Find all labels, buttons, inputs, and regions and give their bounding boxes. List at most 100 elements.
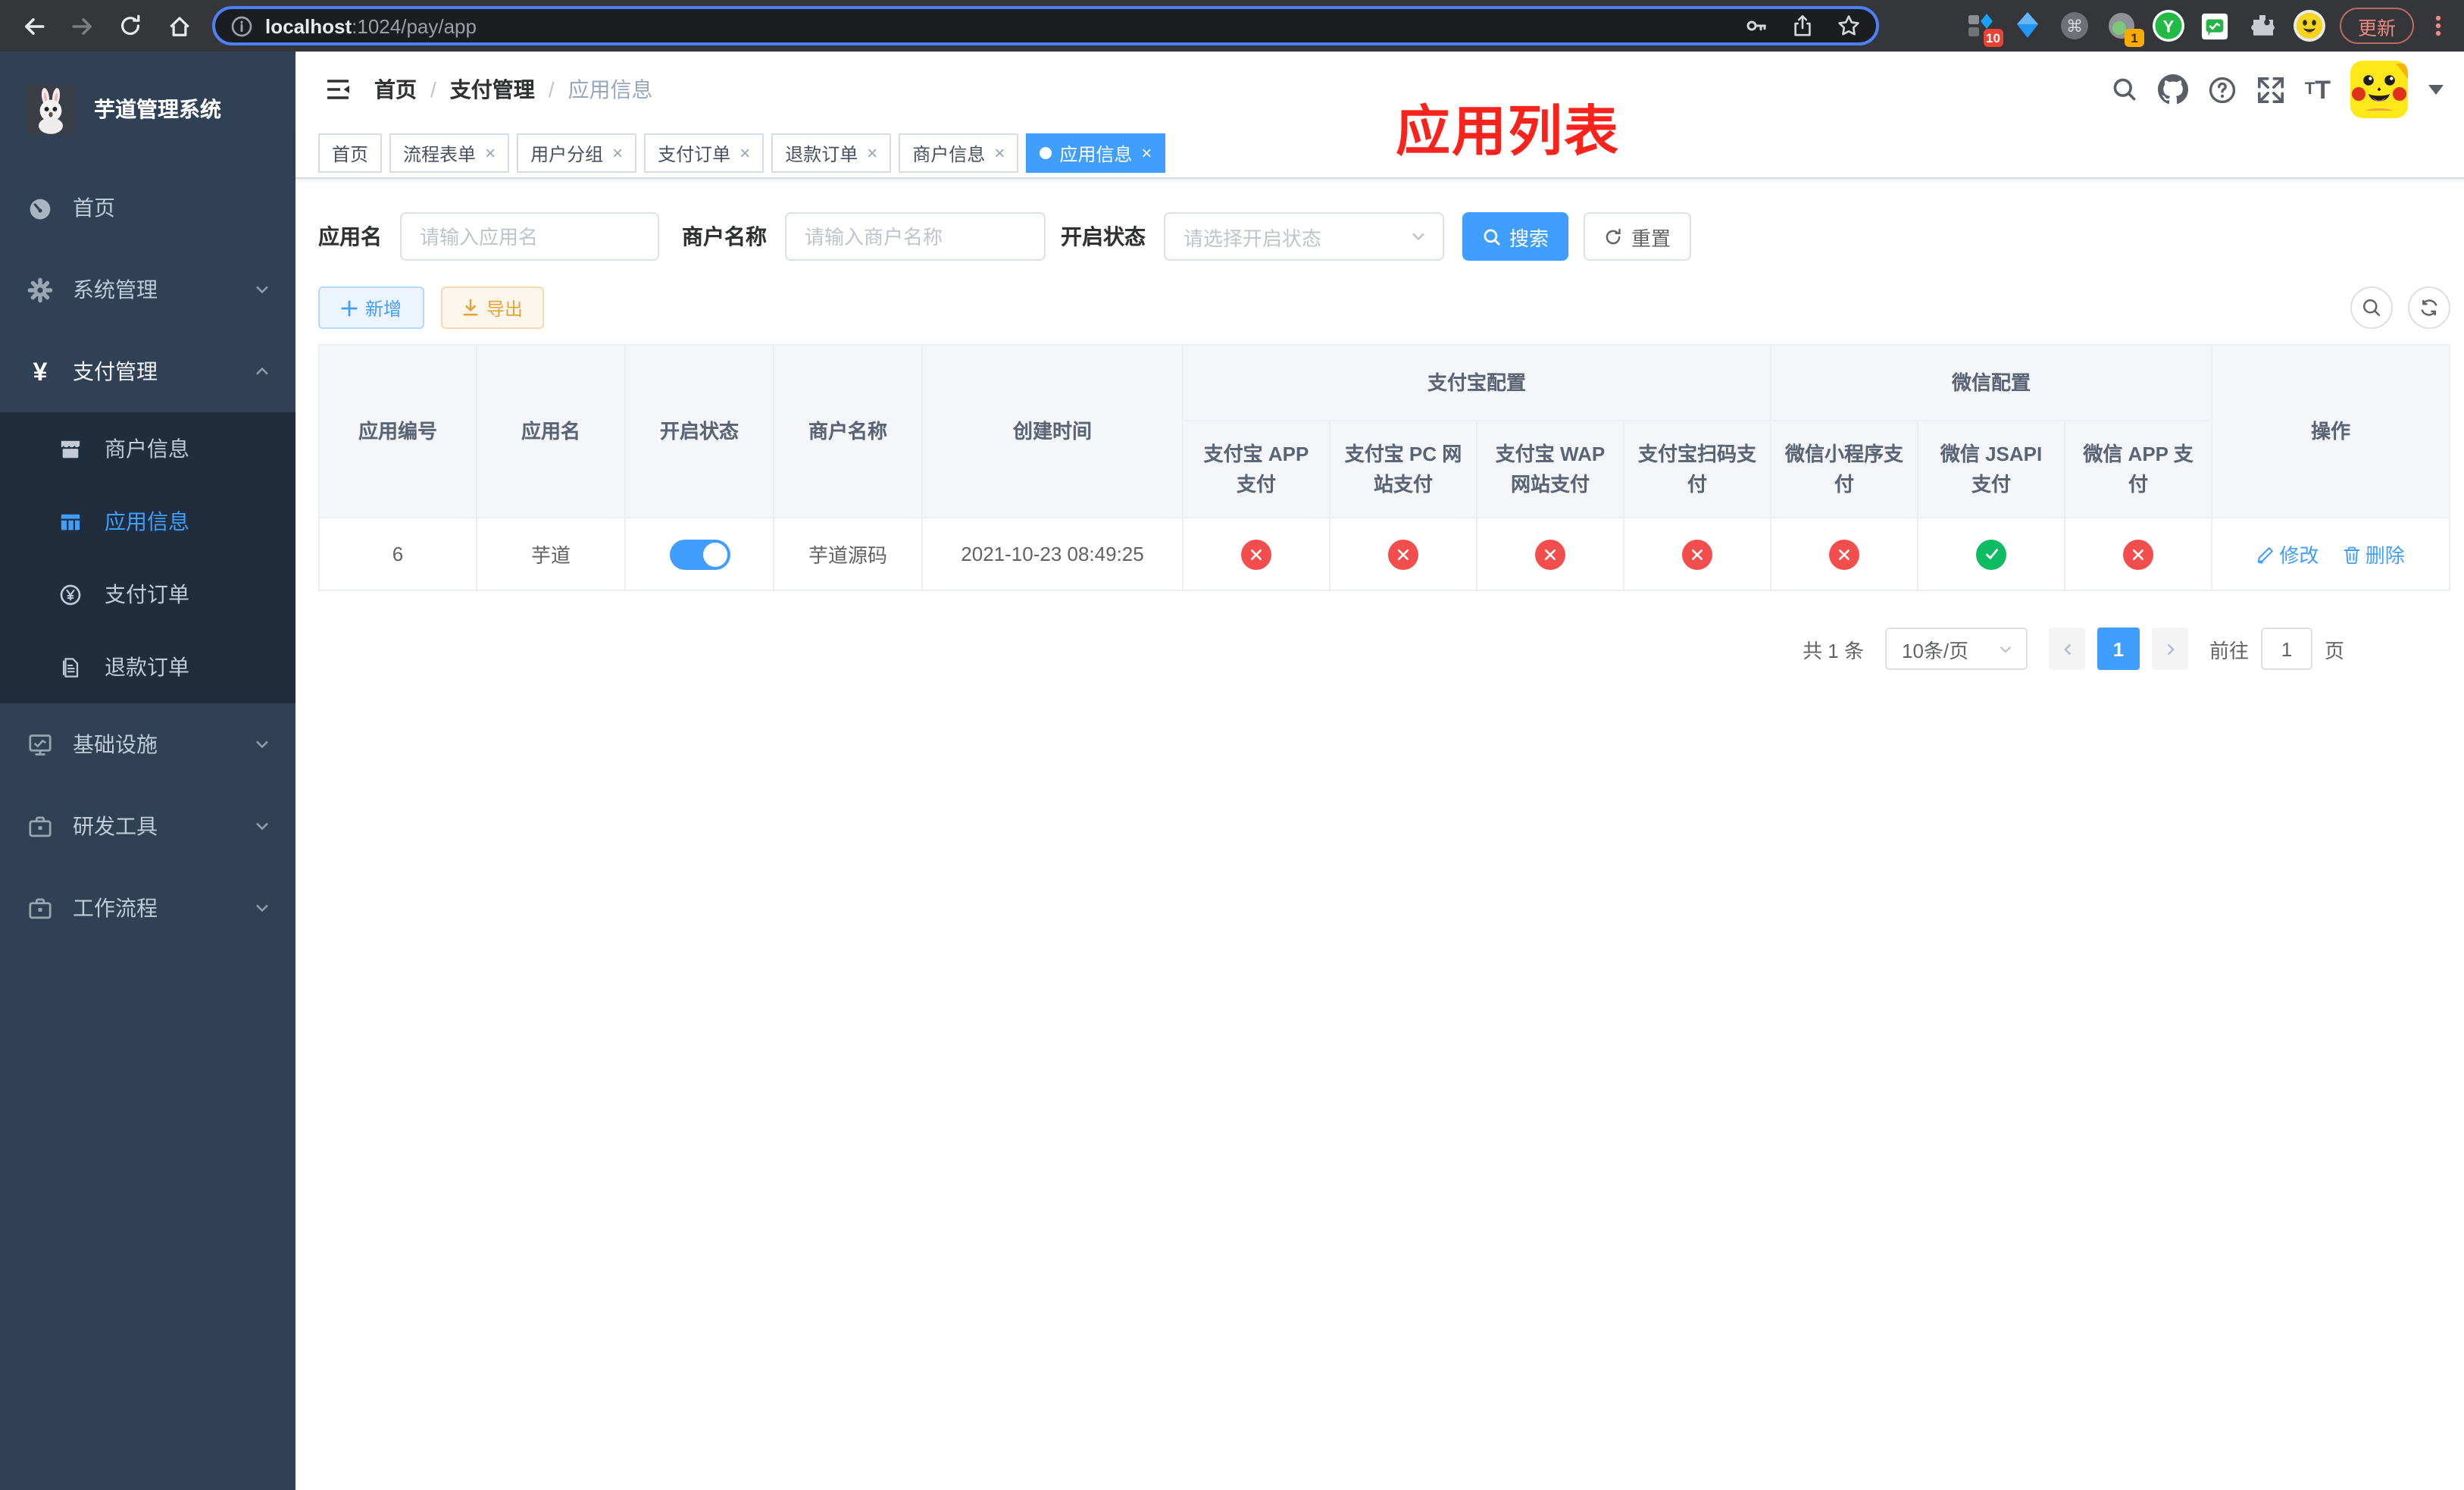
status-select[interactable]: 请选择开启状态 bbox=[1164, 212, 1444, 261]
sidebar-item-refund-order[interactable]: 退款订单 bbox=[0, 631, 295, 703]
browser-back-icon[interactable] bbox=[18, 11, 48, 41]
col-app-name: 应用名 bbox=[476, 344, 626, 518]
sidebar-item-dev-tools[interactable]: 研发工具 bbox=[0, 785, 295, 867]
browser-forward-icon[interactable] bbox=[67, 11, 97, 41]
sidebar-item-app-info[interactable]: 应用信息 bbox=[0, 485, 295, 558]
sidebar-item-infrastructure[interactable]: 基础设施 bbox=[0, 703, 295, 785]
chevron-down-icon bbox=[1412, 233, 1424, 241]
app-table: 应用编号 应用名 开启状态 商户名称 创建时间 支付宝配置 微信配置 操作 支付… bbox=[318, 344, 2451, 591]
tab-process-form[interactable]: 流程表单 bbox=[389, 133, 510, 173]
goto-page-input[interactable] bbox=[2261, 628, 2313, 670]
close-icon[interactable] bbox=[994, 144, 1005, 162]
monitor-check-icon bbox=[27, 731, 53, 757]
browser-reload-icon[interactable] bbox=[115, 11, 145, 41]
close-icon[interactable] bbox=[867, 144, 877, 162]
site-info-icon[interactable] bbox=[230, 14, 253, 37]
edit-link[interactable]: 修改 bbox=[2256, 540, 2319, 568]
dashboard-icon bbox=[27, 195, 53, 221]
app-name-input[interactable] bbox=[400, 212, 659, 261]
sidebar-item-system[interactable]: 系统管理 bbox=[0, 249, 295, 330]
user-avatar[interactable] bbox=[2350, 61, 2409, 118]
tab-home[interactable]: 首页 bbox=[318, 133, 383, 173]
browser-home-icon[interactable] bbox=[164, 11, 194, 41]
extensions-puzzle-icon[interactable] bbox=[2246, 9, 2279, 42]
font-size-icon[interactable]: TT bbox=[2305, 77, 2331, 102]
table-toolbar: 新增 导出 bbox=[318, 286, 2451, 329]
sidebar-item-pay-order[interactable]: 支付订单 bbox=[0, 558, 295, 631]
help-icon[interactable] bbox=[2208, 75, 2237, 104]
caret-down-icon[interactable] bbox=[2428, 83, 2444, 95]
chevron-down-icon bbox=[253, 735, 271, 753]
briefcase-icon bbox=[27, 813, 53, 839]
extension-command-icon[interactable]: ⌘ bbox=[2058, 9, 2091, 42]
refresh-table-button[interactable] bbox=[2408, 286, 2451, 329]
breadcrumb-payment[interactable]: 支付管理 bbox=[450, 74, 535, 105]
enabled-switch[interactable] bbox=[669, 539, 730, 569]
app-logo bbox=[26, 84, 76, 134]
sidebar-item-workflow[interactable]: 工作流程 bbox=[0, 867, 295, 949]
sidebar-item-merchant-info[interactable]: 商户信息 bbox=[0, 412, 295, 485]
profile-avatar-icon[interactable] bbox=[2293, 9, 2326, 42]
url-bar[interactable]: localhost:1024/pay/app bbox=[212, 6, 1879, 45]
close-icon[interactable] bbox=[485, 144, 496, 162]
refund-doc-icon bbox=[59, 656, 82, 678]
cell-alipay-pc-status bbox=[1329, 517, 1477, 591]
close-icon[interactable] bbox=[740, 144, 750, 162]
tab-user-group[interactable]: 用户分组 bbox=[517, 133, 637, 173]
col-wechat-app: 微信 APP 支付 bbox=[2064, 420, 2213, 518]
tab-pay-order[interactable]: 支付订单 bbox=[644, 133, 765, 173]
merchant-name-input[interactable] bbox=[785, 212, 1046, 261]
status-cross-icon bbox=[1388, 539, 1418, 569]
trash-icon bbox=[2344, 546, 2360, 563]
status-cross-icon bbox=[2123, 539, 2154, 569]
bookmark-star-icon[interactable] bbox=[1837, 14, 1861, 38]
tab-app-info[interactable]: 应用信息 bbox=[1026, 133, 1166, 173]
cell-created-at: 2021-10-23 08:49:25 bbox=[921, 517, 1184, 591]
add-button[interactable]: 新增 bbox=[318, 286, 424, 329]
breadcrumb-home[interactable]: 首页 bbox=[374, 74, 417, 105]
header-search-icon[interactable] bbox=[2111, 76, 2138, 103]
show-search-toggle-button[interactable] bbox=[2350, 286, 2394, 329]
search-button[interactable]: 搜索 bbox=[1462, 212, 1568, 261]
extension-kite-icon[interactable] bbox=[2011, 9, 2044, 42]
extension-green-dot-icon[interactable]: 1 bbox=[2105, 9, 2144, 47]
prev-page-button[interactable] bbox=[2049, 628, 2085, 670]
sidebar-item-payment[interactable]: ¥ 支付管理 bbox=[0, 330, 295, 412]
col-group-alipay: 支付宝配置 bbox=[1181, 344, 1772, 421]
github-icon[interactable] bbox=[2157, 74, 2188, 105]
extension-blocks-icon[interactable]: 10 bbox=[1964, 9, 2003, 47]
tab-refund-order[interactable]: 退款订单 bbox=[771, 133, 892, 173]
sidebar-collapse-icon[interactable] bbox=[311, 62, 365, 117]
fullscreen-icon[interactable] bbox=[2256, 75, 2285, 104]
share-icon[interactable] bbox=[1791, 14, 1814, 38]
tab-merchant-info[interactable]: 商户信息 bbox=[899, 133, 1019, 173]
page-size-select[interactable]: 10条/页 bbox=[1885, 628, 2028, 670]
browser-menu-icon[interactable] bbox=[2428, 12, 2449, 39]
extension-y-logo-icon[interactable]: Y bbox=[2152, 9, 2185, 42]
reset-button[interactable]: 重置 bbox=[1584, 212, 1691, 261]
browser-update-button[interactable]: 更新 bbox=[2339, 8, 2414, 44]
url-text: localhost:1024/pay/app bbox=[265, 14, 477, 37]
sidebar-logo-row[interactable]: 芋道管理系统 bbox=[0, 52, 295, 167]
col-alipay-pc: 支付宝 PC 网站支付 bbox=[1329, 420, 1477, 518]
extension-chat-icon[interactable] bbox=[2199, 9, 2232, 42]
close-icon[interactable] bbox=[612, 144, 623, 162]
export-button[interactable]: 导出 bbox=[441, 286, 544, 329]
status-cross-icon bbox=[1535, 539, 1565, 569]
chevron-down-icon bbox=[253, 899, 271, 917]
close-icon[interactable] bbox=[1141, 144, 1152, 162]
breadcrumb-current: 应用信息 bbox=[568, 77, 653, 102]
search-icon bbox=[2363, 299, 2381, 317]
next-page-button[interactable] bbox=[2152, 628, 2188, 670]
chevron-down-icon bbox=[253, 280, 271, 299]
cell-wechat-app-status bbox=[2064, 517, 2213, 591]
password-key-icon[interactable] bbox=[1744, 14, 1768, 38]
col-wechat-jsapi: 微信 JSAPI 支付 bbox=[1917, 420, 2066, 518]
sidebar-item-home[interactable]: 首页 bbox=[0, 167, 295, 249]
status-cross-icon bbox=[1682, 539, 1712, 569]
cell-actions: 修改 删除 bbox=[2211, 517, 2451, 591]
chevron-up-icon bbox=[253, 362, 271, 380]
status-label: 开启状态 bbox=[1061, 224, 1146, 249]
page-number-1[interactable]: 1 bbox=[2097, 628, 2140, 670]
delete-link[interactable]: 删除 bbox=[2343, 540, 2405, 568]
